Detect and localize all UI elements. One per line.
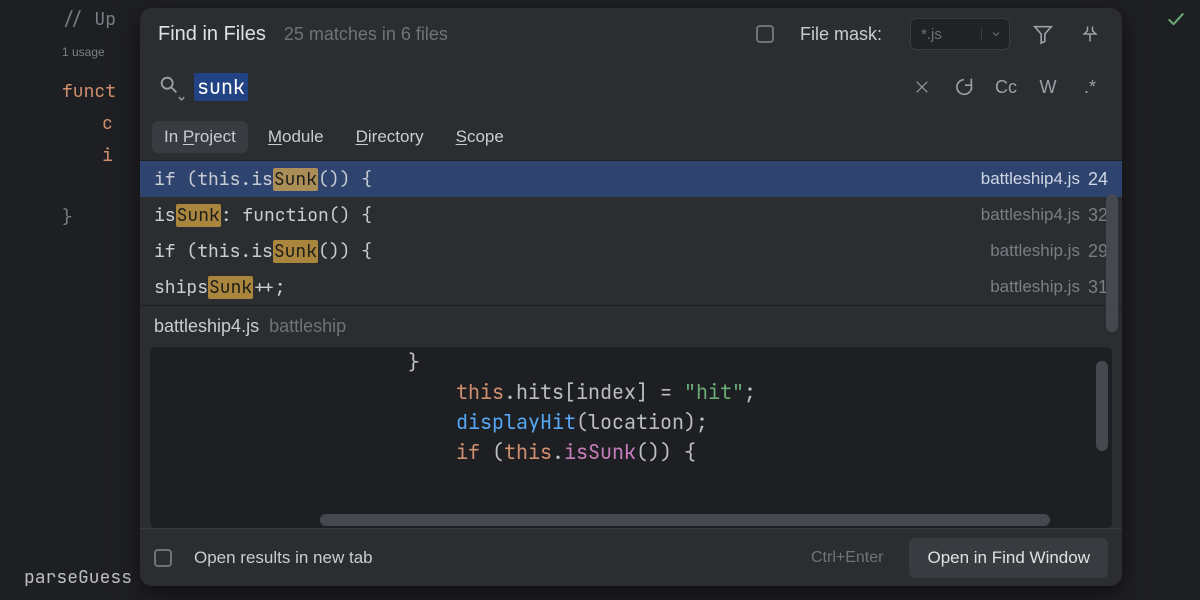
result-line: 31 <box>1088 277 1108 298</box>
search-row: sunk Cc W .* <box>140 60 1122 114</box>
result-file: battleship4.js <box>981 169 1080 189</box>
result-snippet: shipsSunk++; <box>154 276 990 299</box>
file-mask-dropdown[interactable] <box>981 28 1009 40</box>
result-line: 29 <box>1088 241 1108 262</box>
result-snippet: if (this.isSunk()) { <box>154 240 990 263</box>
preview-code: } this.hits[index] = "hit"; displayHit(l… <box>150 347 1112 467</box>
inspection-ok-icon[interactable] <box>1166 10 1186 34</box>
dialog-titlebar: Find in Files 25 matches in 6 files File… <box>140 8 1122 60</box>
whole-words-toggle[interactable]: W <box>1034 77 1062 98</box>
file-mask-checkbox[interactable] <box>756 25 774 43</box>
file-mask-field[interactable]: *.js <box>910 18 1010 50</box>
results-scrollbar[interactable] <box>1106 194 1118 332</box>
scope-tabs: In ProjectModuleDirectoryScope <box>140 114 1122 160</box>
file-mask-label: File mask: <box>800 24 882 45</box>
pin-icon[interactable] <box>1076 20 1104 48</box>
result-row[interactable]: isSunk: function() {battleship4.js 32 <box>140 197 1122 233</box>
search-value: sunk <box>194 73 248 101</box>
open-in-find-window-button[interactable]: Open in Find Window <box>909 538 1108 578</box>
bg-kw: funct <box>62 80 116 103</box>
bg-bottom-symbol: parseGuess <box>24 562 132 594</box>
result-row[interactable]: if (this.isSunk()) {battleship4.js 24 <box>140 161 1122 197</box>
search-input[interactable]: sunk <box>194 73 894 101</box>
match-case-toggle[interactable]: Cc <box>992 77 1020 98</box>
search-icon[interactable] <box>158 74 180 100</box>
match-count: 25 matches in 6 files <box>284 24 448 45</box>
preview-scrollbar-vertical[interactable] <box>1096 361 1108 451</box>
result-row[interactable]: shipsSunk++;battleship.js 31 <box>140 269 1122 305</box>
scope-tab[interactable]: In Project <box>152 121 248 153</box>
scope-tab[interactable]: Directory <box>344 121 436 153</box>
result-file: battleship4.js <box>981 205 1080 225</box>
clear-search-icon[interactable] <box>908 78 936 96</box>
preview-header: battleship4.js battleship <box>140 305 1122 347</box>
result-line: 24 <box>1088 169 1108 190</box>
preview-pane[interactable]: } this.hits[index] = "hit"; displayHit(l… <box>150 347 1112 528</box>
result-file: battleship.js <box>990 241 1080 261</box>
results-list: if (this.isSunk()) {battleship4.js24isSu… <box>140 160 1122 305</box>
preview-scrollbar-horizontal[interactable] <box>320 514 1050 526</box>
filter-icon[interactable] <box>1028 19 1058 49</box>
shortcut-hint: Ctrl+Enter <box>811 549 883 567</box>
open-new-tab-label: Open results in new tab <box>194 548 373 568</box>
scope-tab[interactable]: Module <box>256 121 336 153</box>
scope-tab[interactable]: Scope <box>444 121 516 153</box>
file-mask-value: *.js <box>911 26 981 43</box>
result-snippet: isSunk: function() { <box>154 204 981 227</box>
regex-toggle[interactable]: .* <box>1076 77 1104 98</box>
result-file: battleship.js <box>990 277 1080 297</box>
find-in-files-dialog: Find in Files 25 matches in 6 files File… <box>140 8 1122 586</box>
result-line: 32 <box>1088 205 1108 226</box>
preview-project: battleship <box>269 316 346 337</box>
preview-filename: battleship4.js <box>154 316 259 337</box>
dialog-title: Find in Files <box>158 23 266 46</box>
open-new-tab-checkbox[interactable] <box>154 549 172 567</box>
dialog-footer: Open results in new tab Ctrl+Enter Open … <box>140 528 1122 586</box>
result-row[interactable]: if (this.isSunk()) {battleship.js 29 <box>140 233 1122 269</box>
result-snippet: if (this.isSunk()) { <box>154 168 981 191</box>
search-history-icon[interactable] <box>950 76 978 98</box>
